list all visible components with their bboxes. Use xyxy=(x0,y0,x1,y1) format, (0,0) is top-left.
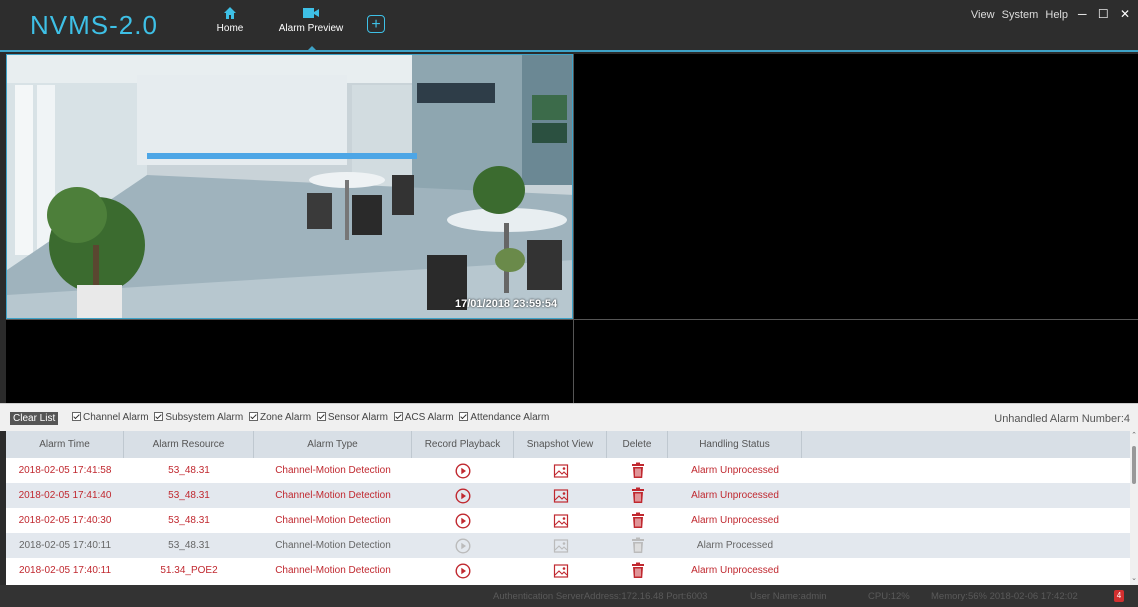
cell-alarm-resource: 51.34_POE2 xyxy=(160,565,218,576)
cell-alarm-time: 2018-02-05 17:41:58 xyxy=(18,465,112,476)
scroll-up-icon[interactable]: ⌃ xyxy=(1130,431,1138,439)
header-handling-status[interactable]: Handling Status xyxy=(668,431,802,458)
memory-and-clock: Memory:56% 2018-02-06 17:42:02 xyxy=(931,591,1078,602)
unhandled-alarm-count: Unhandled Alarm Number:4 xyxy=(994,413,1130,425)
filter-sensor-alarm[interactable]: Sensor Alarm xyxy=(316,412,388,423)
cell-alarm-type: Channel-Motion Detection xyxy=(275,465,391,476)
checkbox-icon[interactable] xyxy=(316,412,326,421)
checkbox-icon[interactable] xyxy=(393,412,403,421)
header-delete[interactable]: Delete xyxy=(607,431,668,458)
maximize-icon[interactable]: ☐ xyxy=(1098,7,1109,21)
server-address: Authentication ServerAddress:172.16.48 P… xyxy=(493,591,708,602)
minimize-icon[interactable]: ─ xyxy=(1078,7,1087,21)
play-icon[interactable] xyxy=(412,458,514,483)
menu-system[interactable]: System xyxy=(1002,9,1039,21)
cell-handling-status: Alarm Unprocessed xyxy=(691,490,779,501)
snapshot-icon[interactable] xyxy=(514,508,607,533)
notification-badge[interactable]: 4 xyxy=(1114,590,1124,602)
cell-alarm-type: Channel-Motion Detection xyxy=(275,565,391,576)
checkbox-icon[interactable] xyxy=(459,412,469,421)
cpu-usage: CPU:12% xyxy=(868,591,910,602)
trash-icon[interactable] xyxy=(607,533,668,558)
header-record-playback[interactable]: Record Playback xyxy=(412,431,514,458)
video-window-2[interactable] xyxy=(573,54,1138,319)
cell-alarm-resource: 53_48.31 xyxy=(168,465,210,476)
snapshot-icon[interactable] xyxy=(514,483,607,508)
menu-help[interactable]: Help xyxy=(1045,9,1068,21)
video-window-1[interactable]: 17/01/2018 23:59:54 xyxy=(6,54,573,319)
header-alarm-time[interactable]: Alarm Time xyxy=(6,431,124,458)
trash-icon[interactable] xyxy=(607,558,668,583)
tab-alarm-preview-label: Alarm Preview xyxy=(278,23,344,34)
checkbox-icon[interactable] xyxy=(248,412,258,421)
menu-view[interactable]: View xyxy=(971,9,995,21)
tab-home-label: Home xyxy=(216,23,244,34)
status-bar: Authentication ServerAddress:172.16.48 P… xyxy=(0,585,1138,607)
alarm-filter-bar: Clear List Channel Alarm Subsystem Alarm… xyxy=(0,403,1138,431)
cell-alarm-type: Channel-Motion Detection xyxy=(275,490,391,501)
cell-alarm-time: 2018-02-05 17:40:30 xyxy=(18,515,112,526)
cell-alarm-resource: 53_48.31 xyxy=(168,490,210,501)
trash-icon[interactable] xyxy=(607,508,668,533)
video-timestamp: 17/01/2018 23:59:54 xyxy=(455,298,558,310)
camera-feed-image xyxy=(7,55,572,318)
table-row[interactable]: 2018-02-05 17:41:58 53_48.31 Channel-Motio… xyxy=(6,458,1130,483)
tab-alarm-preview[interactable]: Alarm Preview xyxy=(275,6,347,34)
window-controls: ─ ☐ ✕ xyxy=(1070,7,1130,21)
cell-alarm-time: 2018-02-05 17:41:40 xyxy=(18,490,112,501)
table-row[interactable]: 2018-02-05 17:40:30 53_48.31 Channel-Motio… xyxy=(6,508,1130,533)
menu-bar: View System Help xyxy=(967,9,1068,21)
table-header: Alarm Time Alarm Resource Alarm Type Rec… xyxy=(6,431,1130,459)
video-grid: 17/01/2018 23:59:54 xyxy=(6,54,1138,403)
scrollbar-thumb[interactable] xyxy=(1132,446,1136,484)
alarm-type-filters: Channel Alarm Subsystem Alarm Zone Alarm… xyxy=(72,412,552,423)
play-icon[interactable] xyxy=(412,483,514,508)
trash-icon[interactable] xyxy=(607,458,668,483)
trash-icon[interactable] xyxy=(607,483,668,508)
user-name: User Name:admin xyxy=(750,591,827,602)
cell-alarm-type: Channel-Motion Detection xyxy=(275,540,391,551)
snapshot-icon[interactable] xyxy=(514,558,607,583)
play-icon[interactable] xyxy=(412,533,514,558)
cell-handling-status: Alarm Unprocessed xyxy=(691,565,779,576)
table-row[interactable]: 2018-02-05 17:40:11 51.34_POE2 Channel-Mot… xyxy=(6,558,1130,583)
play-icon[interactable] xyxy=(412,558,514,583)
header-snapshot-view[interactable]: Snapshot View xyxy=(514,431,607,458)
checkbox-icon[interactable] xyxy=(154,412,164,421)
cell-alarm-time: 2018-02-05 17:40:11 xyxy=(18,565,112,576)
camera-icon xyxy=(303,8,319,18)
filter-attendance-alarm[interactable]: Attendance Alarm xyxy=(459,412,549,423)
filter-channel-alarm[interactable]: Channel Alarm xyxy=(72,412,149,423)
filter-acs-alarm[interactable]: ACS Alarm xyxy=(393,412,454,423)
cell-alarm-resource: 53_48.31 xyxy=(168,540,210,551)
clear-list-button[interactable]: Clear List xyxy=(10,412,59,425)
tab-home[interactable]: Home xyxy=(212,6,248,34)
cell-handling-status: Alarm Unprocessed xyxy=(691,515,779,526)
top-bar: NVMS-2.0 Home Alarm Preview + View Syste… xyxy=(0,0,1138,52)
cell-handling-status: Alarm Unprocessed xyxy=(691,465,779,476)
add-tab-icon[interactable]: + xyxy=(367,15,385,33)
checkbox-icon[interactable] xyxy=(72,412,81,421)
cell-alarm-resource: 53_48.31 xyxy=(168,515,210,526)
close-icon[interactable]: ✕ xyxy=(1120,7,1130,21)
cell-handling-status: Alarm Processed xyxy=(696,540,774,551)
video-window-3[interactable] xyxy=(6,319,573,403)
scroll-down-icon[interactable]: ⌄ xyxy=(1130,574,1138,582)
filter-zone-alarm[interactable]: Zone Alarm xyxy=(248,412,311,423)
filter-subsystem-alarm[interactable]: Subsystem Alarm xyxy=(154,412,243,423)
home-icon xyxy=(224,7,236,19)
header-alarm-type[interactable]: Alarm Type xyxy=(254,431,412,458)
active-tab-indicator xyxy=(306,46,318,52)
video-window-4[interactable] xyxy=(573,319,1138,403)
alarm-table: Alarm Time Alarm Resource Alarm Type Rec… xyxy=(6,431,1130,585)
snapshot-icon[interactable] xyxy=(514,533,607,558)
app-logo: NVMS-2.0 xyxy=(30,10,158,40)
cell-alarm-time: 2018-02-05 17:40:11 xyxy=(18,540,112,551)
table-row[interactable]: 2018-02-05 17:40:11 53_48.31 Channel-Motio… xyxy=(6,533,1130,558)
play-icon[interactable] xyxy=(412,508,514,533)
cell-alarm-type: Channel-Motion Detection xyxy=(275,515,391,526)
header-alarm-resource[interactable]: Alarm Resource xyxy=(124,431,254,458)
snapshot-icon[interactable] xyxy=(514,458,607,483)
table-row[interactable]: 2018-02-05 17:41:40 53_48.31 Channel-Motio… xyxy=(6,483,1130,508)
